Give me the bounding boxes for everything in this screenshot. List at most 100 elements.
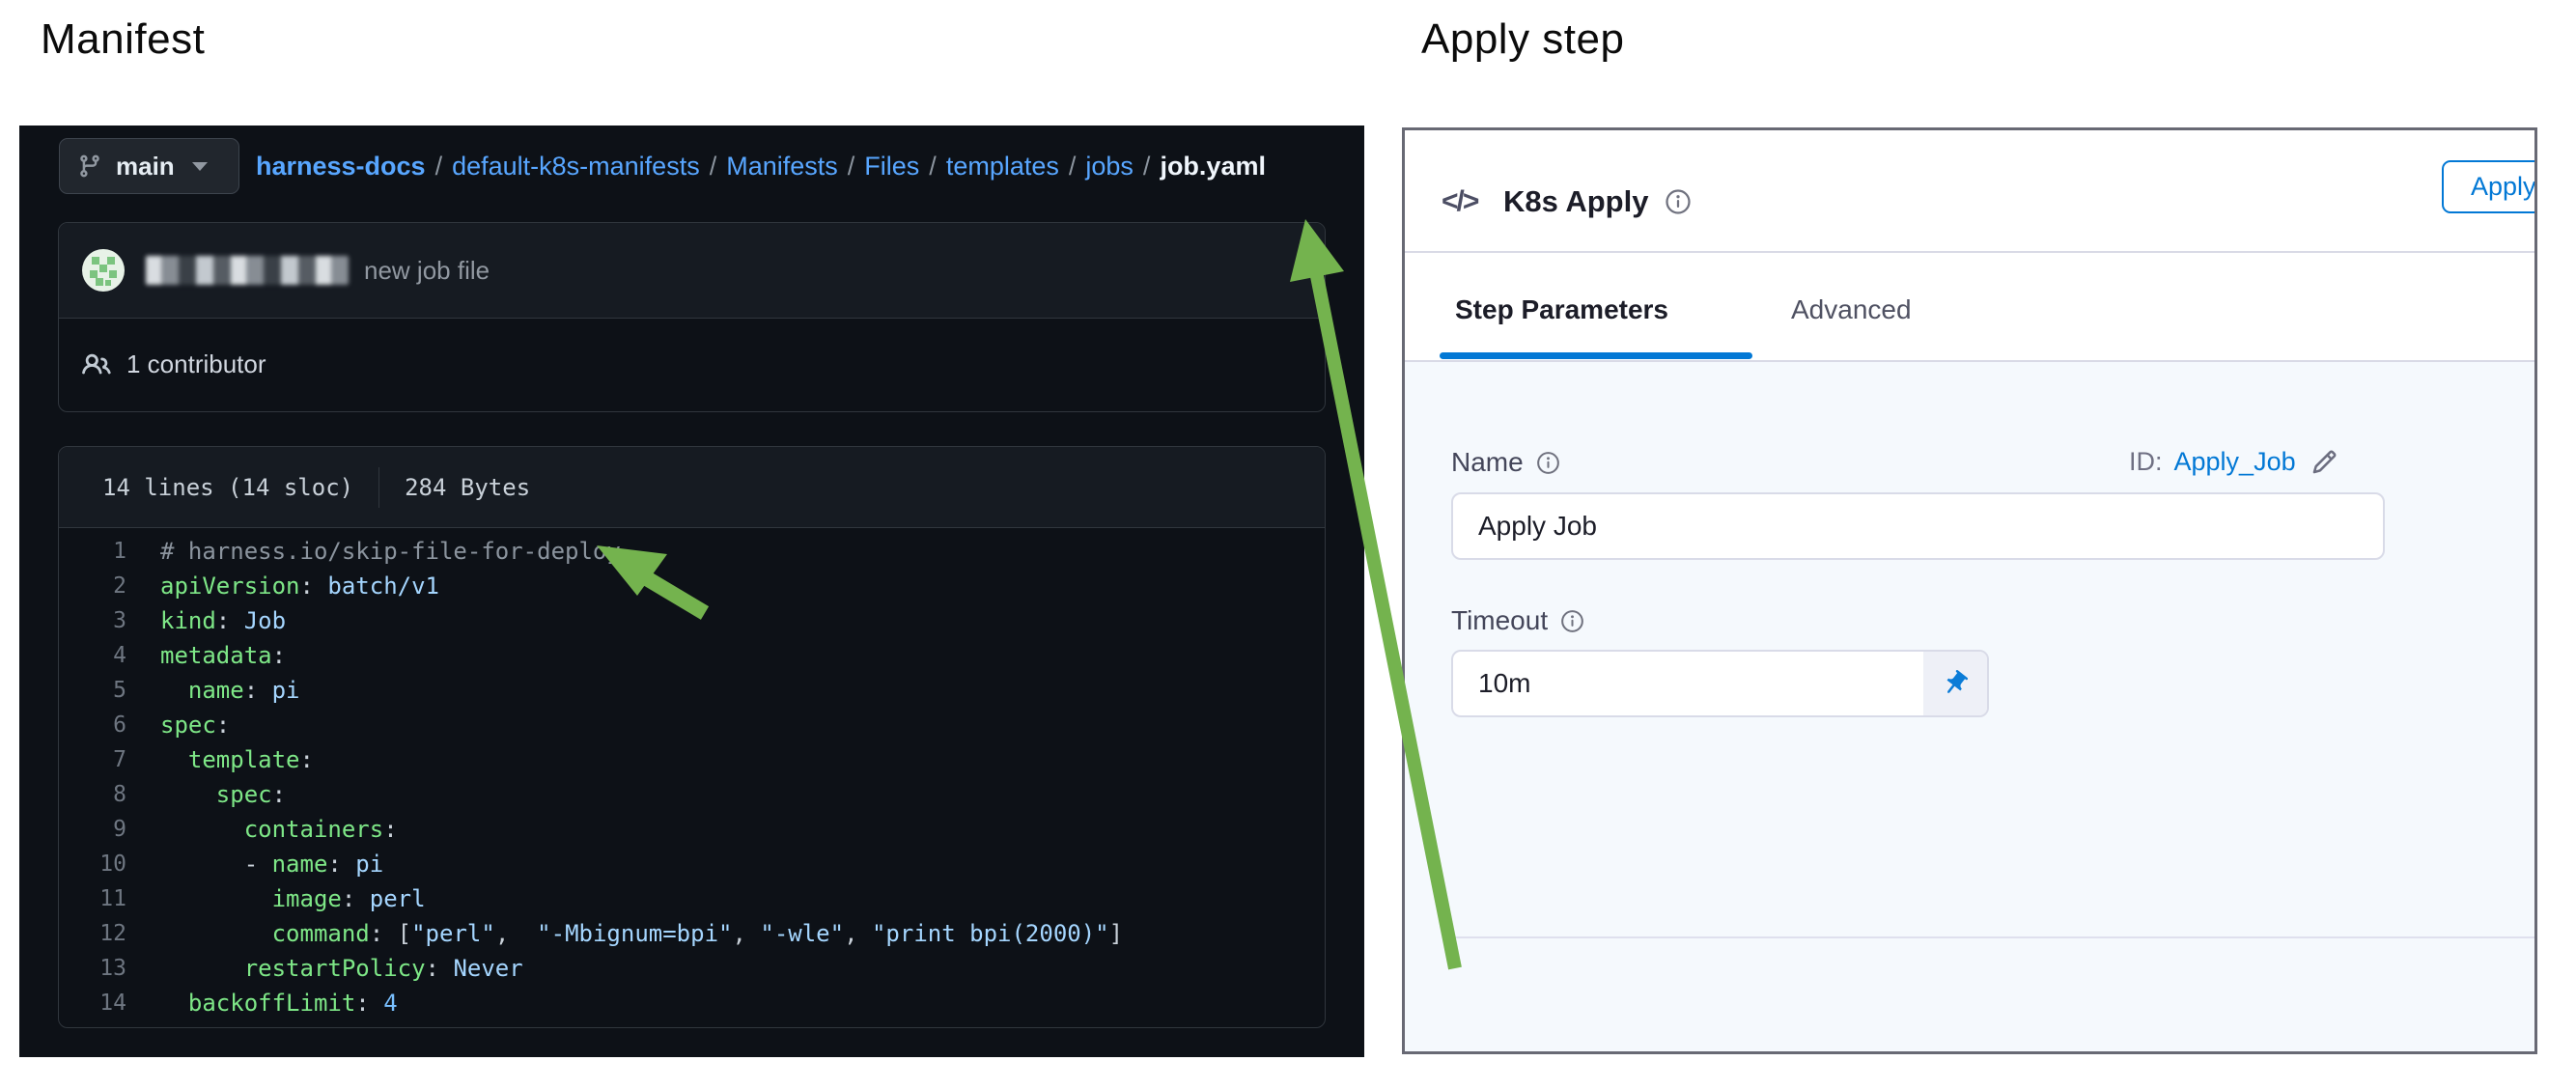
step-title: K8s Apply (1503, 184, 1648, 219)
breadcrumb-separator: / (1059, 152, 1086, 182)
code-line-text: name: pi (160, 677, 300, 704)
code-line-text: template: (160, 746, 314, 773)
code-line: 8 spec: (59, 777, 1325, 812)
step-id-row: ID: Apply_Job (2129, 447, 2338, 477)
code-line-text: restartPolicy: Never (160, 955, 523, 982)
line-number[interactable]: 14 (59, 991, 126, 1016)
active-tab-underline (1440, 352, 1752, 359)
info-icon[interactable] (1559, 608, 1585, 634)
breadcrumb-separator: / (426, 152, 453, 182)
name-input-wrap (1451, 492, 2385, 560)
code-line-text: apiVersion: batch/v1 (160, 572, 439, 600)
breadcrumb-separator: / (1134, 152, 1161, 182)
edit-pencil-icon[interactable] (2311, 449, 2338, 475)
line-number[interactable]: 10 (59, 852, 126, 877)
line-number[interactable]: 12 (59, 921, 126, 946)
people-icon (82, 350, 111, 379)
divider (1443, 936, 2534, 938)
apply-button-label: Apply (2471, 172, 2536, 202)
id-label: ID: (2129, 447, 2163, 477)
k8s-apply-step-panel: </> K8s Apply Apply Step Parameters Adva… (1402, 127, 2537, 1054)
code-line-text: spec: (160, 781, 286, 808)
code-line-text: containers: (160, 816, 398, 843)
tab-advanced[interactable]: Advanced (1791, 294, 1912, 325)
breadcrumb-link[interactable]: Files (864, 152, 919, 182)
code-line: 2 apiVersion: batch/v1 (59, 569, 1325, 603)
breadcrumb-current-file: job.yaml (1160, 152, 1266, 182)
line-number[interactable]: 8 (59, 782, 126, 807)
commit-message[interactable]: new job file (364, 256, 490, 286)
contributors-row: 1 contributor (59, 318, 1325, 411)
apply-changes-button[interactable]: Apply (2442, 160, 2537, 213)
line-number[interactable]: 6 (59, 712, 126, 738)
branch-name: main (116, 152, 175, 182)
timeout-input[interactable] (1453, 652, 1923, 715)
code-line: 1 # harness.io/skip-file-for-deploy (59, 534, 1325, 569)
file-size-stat: 284 Bytes (405, 474, 530, 501)
breadcrumb: harness-docs/default-k8s-manifests/Manif… (256, 138, 1266, 194)
divider (1405, 251, 2534, 253)
code-line: 3 kind: Job (59, 603, 1325, 638)
code-line-text: backoffLimit: 4 (160, 990, 398, 1017)
tab-step-parameters[interactable]: Step Parameters (1455, 294, 1668, 325)
info-icon[interactable] (1535, 450, 1561, 476)
timeout-input-wrap (1451, 650, 1989, 717)
file-lines-stat: 14 lines (14 sloc) (102, 474, 353, 501)
line-number[interactable]: 9 (59, 817, 126, 842)
code-line: 12 command: ["perl", "-Mbignum=bpi", "-w… (59, 916, 1325, 951)
step-header: K8s Apply (1503, 181, 1693, 223)
breadcrumb-link[interactable]: harness-docs (256, 152, 426, 182)
code-line: 7 template: (59, 742, 1325, 777)
breadcrumb-link[interactable]: Manifests (726, 152, 838, 182)
file-content-box: 14 lines (14 sloc) 284 Bytes 1 # harness.… (58, 446, 1326, 1028)
branch-selector-button[interactable]: main (59, 138, 239, 194)
name-input[interactable] (1453, 494, 2383, 558)
pin-icon[interactable] (1923, 652, 1987, 715)
latest-commit-box: new job file 1 contributor (58, 222, 1326, 412)
line-number[interactable]: 3 (59, 608, 126, 633)
code-line-text: command: ["perl", "-Mbignum=bpi", "-wle"… (160, 920, 1123, 947)
code-line-text: kind: Job (160, 607, 286, 634)
code-line: 11 image: perl (59, 881, 1325, 916)
code-line-text: metadata: (160, 642, 286, 669)
commit-author-redacted[interactable] (146, 256, 349, 285)
code-line: 9 containers: (59, 812, 1325, 847)
breadcrumb-link[interactable]: jobs (1085, 152, 1134, 182)
breadcrumb-separator: / (700, 152, 727, 182)
code-line: 10 - name: pi (59, 847, 1325, 881)
name-field-label: Name (1451, 447, 1561, 478)
chevron-down-icon (192, 162, 208, 171)
breadcrumb-separator: / (838, 152, 865, 182)
code-line: 4 metadata: (59, 638, 1325, 673)
line-number[interactable]: 11 (59, 886, 126, 911)
line-number[interactable]: 1 (59, 539, 126, 564)
info-icon[interactable] (1664, 187, 1693, 216)
code-line-text: image: perl (160, 885, 426, 912)
line-number[interactable]: 4 (59, 643, 126, 668)
step-parameters-form: Name ID: Apply_Job Timeout (1405, 362, 2534, 1051)
github-file-view-panel: main harness-docs/default-k8s-manifests/… (19, 126, 1364, 1057)
apply-step-section-title: Apply step (1421, 15, 1624, 64)
code-line-text: - name: pi (160, 851, 383, 878)
code-icon: </> (1442, 181, 1477, 223)
code-viewer: 1 # harness.io/skip-file-for-deploy 2 apiVe… (59, 528, 1325, 1027)
code-line-text: # harness.io/skip-file-for-deploy (160, 538, 621, 565)
code-line: 5 name: pi (59, 673, 1325, 708)
code-line: 6spec: (59, 708, 1325, 742)
file-stats-header: 14 lines (14 sloc) 284 Bytes (59, 447, 1325, 528)
line-number[interactable]: 7 (59, 747, 126, 772)
manifest-section-title: Manifest (41, 15, 205, 64)
line-number[interactable]: 13 (59, 956, 126, 981)
step-id-link[interactable]: Apply_Job (2174, 447, 2296, 477)
breadcrumb-link[interactable]: templates (946, 152, 1059, 182)
contributors-count[interactable]: 1 contributor (126, 349, 266, 379)
breadcrumb-link[interactable]: default-k8s-manifests (452, 152, 700, 182)
timeout-field-label: Timeout (1451, 605, 1585, 636)
line-number[interactable]: 5 (59, 678, 126, 703)
line-number[interactable]: 2 (59, 573, 126, 599)
breadcrumb-separator: / (919, 152, 946, 182)
divider (378, 467, 379, 508)
avatar[interactable] (82, 249, 125, 292)
git-branch-icon (77, 154, 102, 179)
code-line: 14 backoffLimit: 4 (59, 986, 1325, 1020)
